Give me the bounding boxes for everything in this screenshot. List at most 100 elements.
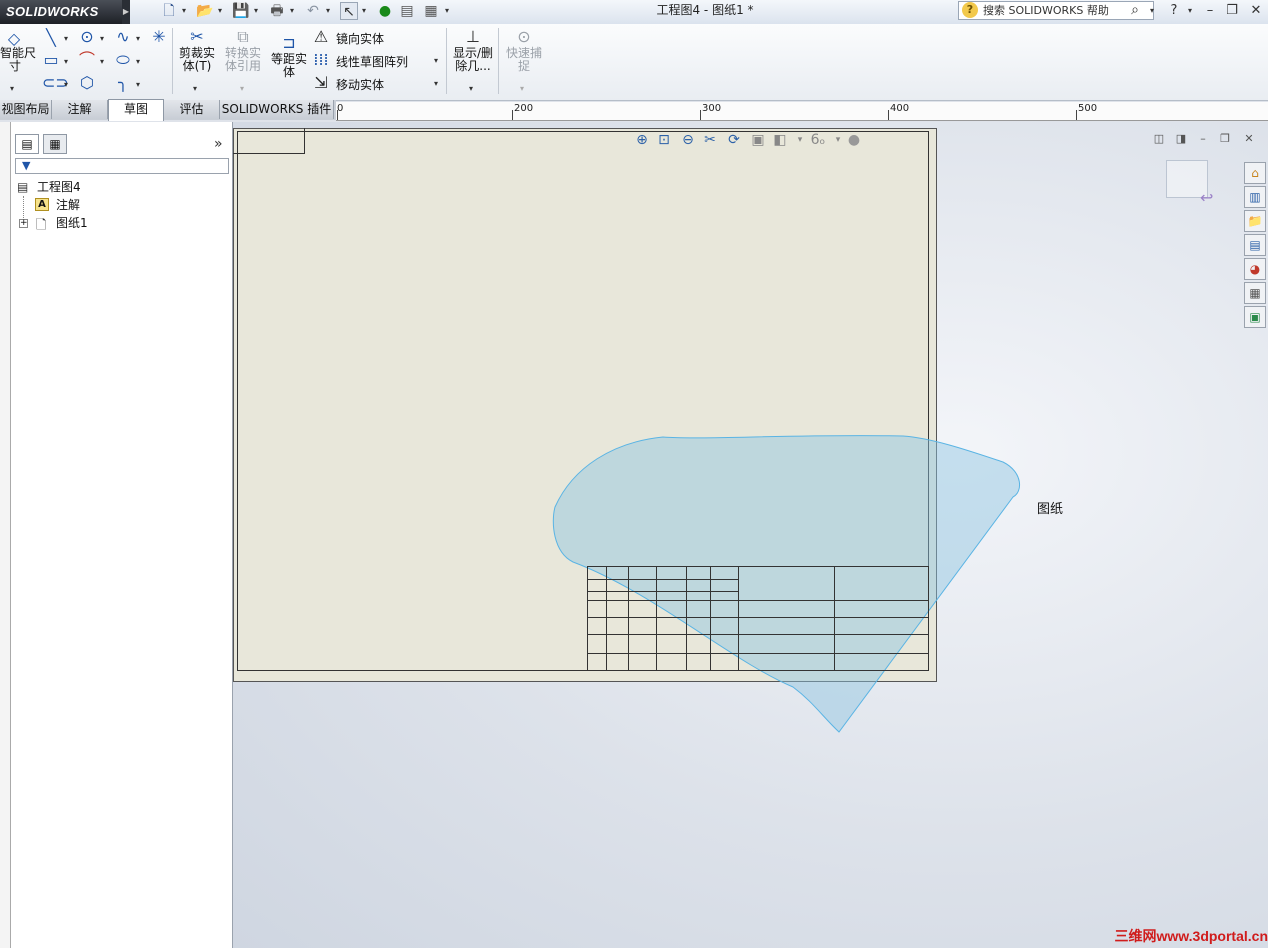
trim-dropdown-icon[interactable]: ▾ xyxy=(193,84,197,94)
solidworks-forum-icon[interactable]: ▣ xyxy=(1244,306,1266,328)
redraw-icon[interactable]: ⟳ xyxy=(724,130,744,150)
quick-snaps-button[interactable]: 快速捕 捉 xyxy=(502,47,546,73)
rebuild-traffic-light-icon[interactable]: ● xyxy=(376,2,394,20)
panel-expand-icon[interactable]: » xyxy=(214,136,223,152)
appearances-icon[interactable]: ◕ xyxy=(1244,258,1266,280)
line-icon[interactable]: ╲ xyxy=(42,29,60,47)
rectangle-dropdown-icon[interactable]: ▾ xyxy=(64,57,68,67)
tab-sketch[interactable]: 草图 xyxy=(108,99,164,121)
document-restore-icon[interactable]: ❐ xyxy=(1216,132,1234,146)
save-dropdown-icon[interactable]: ▾ xyxy=(252,4,260,18)
help-dropdown-icon[interactable]: ▾ xyxy=(1186,4,1194,18)
line-dropdown-icon[interactable]: ▾ xyxy=(64,34,68,44)
offset-entities-button[interactable]: 等距实 体 xyxy=(268,53,310,79)
quick-snaps-icon[interactable]: ⊙ xyxy=(513,28,535,46)
view-palette-icon[interactable]: ▤ xyxy=(1244,234,1266,256)
tree-expand-icon[interactable]: + xyxy=(19,219,28,228)
linear-pattern-button[interactable]: 线性草图阵列 xyxy=(336,53,408,70)
ellipse-icon[interactable]: ⬭ xyxy=(114,51,132,69)
tile-vertical-icon[interactable]: ◫ xyxy=(1150,132,1168,146)
file-explorer-icon[interactable]: 📁 xyxy=(1244,210,1266,232)
zoom-in-out-icon[interactable]: ⊖ xyxy=(678,130,698,150)
minimize-icon[interactable]: – xyxy=(1200,1,1220,21)
spline-dropdown-icon[interactable]: ▾ xyxy=(136,34,140,44)
move-entities-icon[interactable]: ⇲ xyxy=(312,74,330,92)
display-delete-relations-button[interactable]: 显示/删 除几... xyxy=(450,47,496,73)
smart-dimension-button[interactable]: 智能尺 寸 xyxy=(0,47,36,73)
feature-manager-tab-icon[interactable]: ▤ xyxy=(15,134,39,154)
property-manager-tab-icon[interactable]: ▦ xyxy=(43,134,67,154)
tile-horizontal-icon[interactable]: ◨ xyxy=(1172,132,1190,146)
move-dropdown-icon[interactable]: ▾ xyxy=(434,79,438,89)
tab-view-layout[interactable]: 视图布局 xyxy=(0,100,52,119)
move-entities-button[interactable]: 移动实体 xyxy=(336,76,384,93)
arc-icon[interactable]: ⌒ xyxy=(78,51,96,69)
polygon-icon[interactable]: ⬡ xyxy=(78,74,96,92)
new-document-icon[interactable]: 🗋 xyxy=(160,2,178,20)
spline-icon[interactable]: ∿ xyxy=(114,28,132,46)
search-dropdown-icon[interactable]: ▾ xyxy=(1148,4,1156,18)
tree-item-sheet[interactable]: 图纸1 xyxy=(56,215,88,231)
quick-snaps-dropdown-icon[interactable]: ▾ xyxy=(520,84,524,94)
new-dropdown-icon[interactable]: ▾ xyxy=(180,4,188,18)
view-settings-icon[interactable]: 6ₒ xyxy=(808,130,828,150)
select-pointer-icon[interactable]: ↖ xyxy=(340,2,358,20)
help-search-input[interactable]: 搜索 SOLIDWORKS 帮助 xyxy=(958,1,1154,20)
tab-annotation[interactable]: 注解 xyxy=(52,100,108,119)
restore-icon[interactable]: ❐ xyxy=(1222,1,1242,21)
hide-show-dropdown-icon[interactable]: ▾ xyxy=(790,130,810,150)
display-delete-relations-icon[interactable]: ⊥ xyxy=(462,28,484,46)
tree-root-drawing[interactable]: 工程图4 xyxy=(37,179,81,195)
open-folder-icon[interactable]: 📂 xyxy=(196,2,214,20)
solidworks-logo[interactable]: SOLIDWORKS xyxy=(0,0,122,24)
search-magnifier-icon[interactable]: ⌕ xyxy=(1126,1,1144,19)
zoom-to-fit-icon[interactable]: ⊕ xyxy=(632,130,652,150)
tab-evaluate[interactable]: 评估 xyxy=(164,100,220,119)
fillet-icon[interactable]: ╮ xyxy=(114,74,132,92)
trim-entities-icon[interactable]: ✂ xyxy=(186,28,208,46)
convert-dropdown-icon[interactable]: ▾ xyxy=(240,84,244,94)
document-close-icon[interactable]: ✕ xyxy=(1240,132,1258,146)
options-dropdown-icon[interactable]: ▾ xyxy=(443,4,451,18)
display-delete-dropdown-icon[interactable]: ▾ xyxy=(469,84,473,94)
options-icon[interactable]: ▦ xyxy=(422,2,440,20)
slot-icon[interactable]: ⊂⊃ xyxy=(42,74,69,92)
mirror-entities-button[interactable]: 镜向实体 xyxy=(336,30,384,47)
display-style-icon[interactable]: ▣ xyxy=(748,130,768,150)
linear-pattern-dropdown-icon[interactable]: ▾ xyxy=(434,56,438,66)
tree-item-annotations[interactable]: 注解 xyxy=(56,197,80,213)
undo-icon[interactable]: ↶ xyxy=(304,2,322,20)
circle-icon[interactable]: ⊙ xyxy=(78,28,96,46)
save-icon[interactable]: 💾 xyxy=(232,2,250,20)
zoom-to-area-icon[interactable]: ⊡ xyxy=(654,130,674,150)
custom-properties-icon[interactable]: ▦ xyxy=(1244,282,1266,304)
convert-entities-button[interactable]: 转换实 体引用 xyxy=(222,47,264,73)
trim-entities-button[interactable]: 剪裁实 体(T) xyxy=(176,47,218,73)
fillet-dropdown-icon[interactable]: ▾ xyxy=(136,80,140,90)
file-properties-icon[interactable]: ▤ xyxy=(398,2,416,20)
select-dropdown-icon[interactable]: ▾ xyxy=(360,4,368,18)
ellipse-dropdown-icon[interactable]: ▾ xyxy=(136,57,140,67)
convert-entities-icon[interactable]: ⧉ xyxy=(232,28,254,46)
logo-flyout-arrow-icon[interactable]: ▶ xyxy=(122,0,130,24)
linear-pattern-icon[interactable]: ⁞⁞⁞ xyxy=(312,51,330,69)
solidworks-resources-icon[interactable]: ⌂ xyxy=(1244,162,1266,184)
mirror-entities-icon[interactable]: ⚠ xyxy=(312,28,330,46)
smart-dimension-dropdown-icon[interactable]: ▾ xyxy=(10,84,14,94)
circle-dropdown-icon[interactable]: ▾ xyxy=(100,34,104,44)
zoom-to-selection-icon[interactable]: ✂ xyxy=(700,130,720,150)
print-icon[interactable]: 🖶 xyxy=(268,2,286,20)
undo-dropdown-icon[interactable]: ▾ xyxy=(324,4,332,18)
rectangle-icon[interactable]: ▭ xyxy=(42,51,60,69)
design-library-icon[interactable]: ▥ xyxy=(1244,186,1266,208)
rotate-view-arrow-icon[interactable]: ↩ xyxy=(1200,188,1213,207)
tab-solidworks-addins[interactable]: SOLIDWORKS 插件 xyxy=(220,100,334,119)
print-dropdown-icon[interactable]: ▾ xyxy=(288,4,296,18)
point-icon[interactable]: ✳ xyxy=(150,28,168,46)
scene-icon[interactable]: ● xyxy=(844,130,864,150)
tree-filter-input[interactable]: ▼ xyxy=(15,158,229,174)
open-dropdown-icon[interactable]: ▾ xyxy=(216,4,224,18)
close-icon[interactable]: ✕ xyxy=(1246,1,1266,21)
offset-entities-icon[interactable]: ⊐ xyxy=(278,34,300,52)
help-icon[interactable]: ? xyxy=(1164,1,1184,21)
